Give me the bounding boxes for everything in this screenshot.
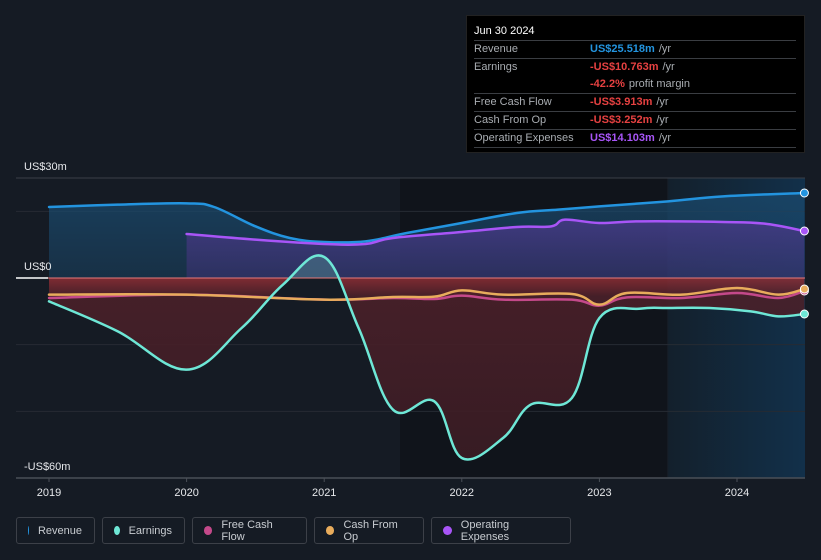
legend-label: Revenue [37, 524, 82, 537]
legend-item-cash-from-op[interactable]: Cash From Op [314, 517, 424, 544]
cash-from-op-end-point [799, 284, 809, 294]
legend-item-earnings[interactable]: Earnings [102, 517, 185, 544]
tooltip-value: US$25.518m [590, 43, 655, 55]
tooltip-row-profit-margin: -42.2% profit margin [474, 76, 796, 94]
tooltip-value: -US$10.763m [590, 61, 659, 73]
x-tick-label: 2024 [725, 487, 749, 499]
tooltip-label [474, 76, 590, 93]
tooltip-row-revenue: Revenue US$25.518m /yr [474, 41, 796, 59]
earnings-end-point [799, 309, 809, 319]
legend-item-free-cash-flow[interactable]: Free Cash Flow [192, 517, 307, 544]
legend-label: Free Cash Flow [221, 518, 273, 543]
tooltip-unit: profit margin [628, 78, 690, 90]
tooltip-value: -US$3.252m [590, 114, 653, 126]
tooltip-value: -42.2% [590, 78, 625, 90]
x-tick-label: 2020 [174, 487, 198, 499]
revenue-dot-icon [28, 526, 29, 535]
x-tick-label: 2023 [587, 487, 611, 499]
x-tick-label: 2021 [312, 487, 336, 499]
tooltip-unit: /yr [658, 132, 672, 144]
legend-label: Operating Expenses [460, 518, 510, 543]
tooltip-unit: /yr [656, 96, 669, 108]
legend-item-operating-expenses[interactable]: Operating Expenses [431, 517, 571, 544]
tooltip-date: Jun 30 2024 [474, 23, 796, 41]
revenue-end-point [799, 188, 809, 198]
x-tick-label: 2019 [37, 487, 61, 499]
tooltip-unit: /yr [662, 61, 675, 73]
tooltip-row-free-cash-flow: Free Cash Flow -US$3.913m /yr [474, 94, 796, 112]
legend-label: Cash From Op [343, 518, 398, 543]
cash-from-op-dot-icon [326, 526, 335, 535]
y-tick-label: -US$60m [24, 461, 70, 473]
tooltip-label: Cash From Op [474, 114, 547, 126]
operating-expenses-end-point [799, 226, 809, 236]
tooltip-panel: Jun 30 2024 Revenue US$25.518m /yr Earni… [466, 15, 805, 153]
y-tick-label: US$30m [24, 161, 67, 173]
legend: Revenue Earnings Free Cash Flow Cash Fro… [16, 517, 571, 544]
legend-item-revenue[interactable]: Revenue [16, 517, 95, 544]
tooltip-value: -US$3.913m [590, 96, 653, 108]
tooltip-label: Operating Expenses [474, 132, 574, 144]
tooltip-label: Earnings [474, 61, 518, 73]
tooltip-value: US$14.103m [590, 132, 655, 144]
earnings-dot-icon [114, 526, 120, 535]
x-tick-label: 2022 [450, 487, 474, 499]
tooltip-label: Free Cash Flow [474, 96, 552, 108]
tooltip-unit: /yr [658, 43, 672, 55]
free-cash-flow-dot-icon [204, 526, 213, 535]
operating-expenses-dot-icon [443, 526, 452, 535]
tooltip-row-earnings: Earnings -US$10.763m /yr [474, 59, 796, 76]
tooltip-row-operating-expenses: Operating Expenses US$14.103m /yr [474, 130, 796, 148]
tooltip-row-cash-from-op: Cash From Op -US$3.252m /yr [474, 112, 796, 130]
y-tick-label: US$0 [24, 261, 52, 273]
tooltip-label: Revenue [474, 43, 519, 55]
tooltip-unit: /yr [656, 114, 669, 126]
legend-label: Earnings [128, 524, 172, 537]
